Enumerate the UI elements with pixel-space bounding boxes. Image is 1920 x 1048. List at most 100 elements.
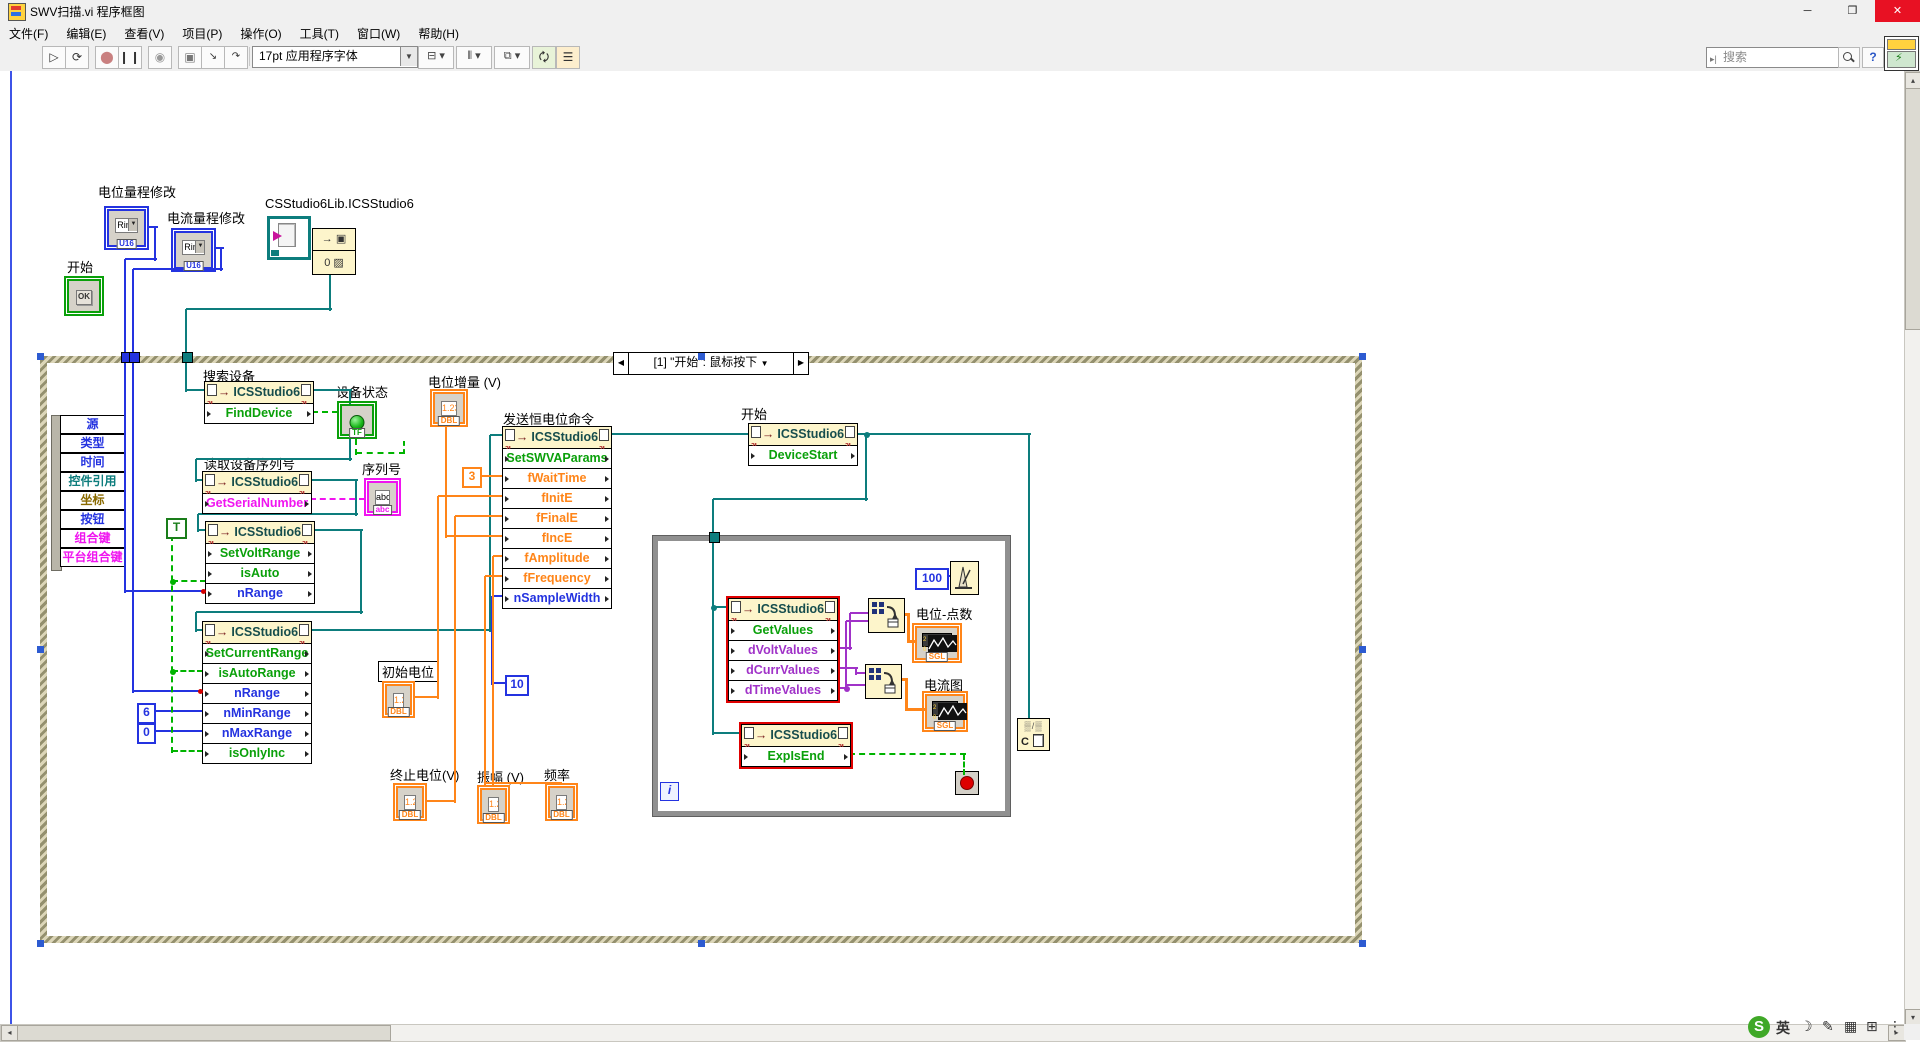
menu-item-0[interactable]: 文件(F) xyxy=(0,22,57,43)
ring-value[interactable]: Ring▼ xyxy=(115,218,138,233)
event-data-item[interactable]: 类型 xyxy=(60,434,125,453)
to-more-specific-class-node[interactable]: → ▣0 ▨ xyxy=(312,228,356,275)
event-data-item[interactable]: 控件引用 xyxy=(60,472,125,491)
wire[interactable] xyxy=(492,556,494,787)
event-data-item[interactable]: 坐标 xyxy=(60,491,125,510)
menu-item-2[interactable]: 查看(V) xyxy=(115,22,173,43)
param-fIncE[interactable]: fIncE xyxy=(503,529,611,549)
ime-icon-1[interactable]: ✎ xyxy=(1822,1018,1834,1035)
run-icon[interactable]: ▷ xyxy=(42,46,66,69)
convert-to-dynamic-data-icon[interactable] xyxy=(865,664,902,699)
invoke-node-SetCurrentRange[interactable]: →ICSStudio6SetCurrentRangeisAutoRangenRa… xyxy=(202,621,312,764)
wire[interactable] xyxy=(154,227,156,261)
terminal-dbl_amp[interactable]: 1.23DBL xyxy=(477,785,510,824)
wire[interactable] xyxy=(414,696,439,698)
search-icon[interactable] xyxy=(1838,47,1860,68)
wire[interactable] xyxy=(849,613,851,650)
label-classconst[interactable]: CSStudio6Lib.ICSStudio6 xyxy=(265,196,414,211)
terminal-ring2[interactable]: Ring▼U16 xyxy=(171,228,216,272)
terminal-okbtn[interactable]: OK xyxy=(64,276,104,316)
terminal-value[interactable]: 1.23 xyxy=(488,797,499,812)
vi-icon[interactable] xyxy=(1884,36,1919,71)
run-continuous-icon[interactable]: ⟳ xyxy=(65,46,89,69)
wire[interactable] xyxy=(1028,434,1030,719)
ime-icon-0[interactable]: ☽ xyxy=(1800,1018,1813,1035)
selection-handle[interactable] xyxy=(698,353,705,360)
wire[interactable] xyxy=(196,458,352,460)
method-name[interactable]: SetSWVAParams xyxy=(503,449,611,469)
menu-item-5[interactable]: 工具(T) xyxy=(291,22,348,43)
invoke-node-FindDevice[interactable]: →ICSStudio6FindDevice xyxy=(204,381,314,424)
method-name[interactable]: FindDevice xyxy=(205,404,313,423)
menu-item-4[interactable]: 操作(O) xyxy=(231,22,290,43)
wire[interactable] xyxy=(186,389,204,391)
wire[interactable] xyxy=(356,452,405,454)
wire[interactable] xyxy=(713,498,868,500)
param-fWaitTime[interactable]: fWaitTime xyxy=(503,469,611,489)
wire[interactable] xyxy=(152,710,203,712)
wire[interactable] xyxy=(846,684,867,686)
label-str_serial[interactable]: 序列号 xyxy=(362,459,401,478)
label-ring2[interactable]: 电流量程修改 xyxy=(167,208,245,227)
step-over-icon[interactable]: ↷ xyxy=(224,46,248,69)
wire[interactable] xyxy=(437,496,439,699)
horizontal-scroll-thumb[interactable] xyxy=(17,1025,391,1041)
horizontal-scrollbar[interactable]: ◂ ▸ xyxy=(0,1024,1906,1042)
method-name[interactable]: DeviceStart xyxy=(749,446,857,465)
wire[interactable] xyxy=(865,434,867,501)
close-button[interactable]: ✕ xyxy=(1875,0,1920,22)
ime-icon-4[interactable]: ⋮ xyxy=(1888,1018,1902,1035)
wire[interactable] xyxy=(713,732,742,734)
event-data-item[interactable]: 时间 xyxy=(60,453,125,472)
label-dbl_init[interactable]: 初始电位 xyxy=(378,661,438,682)
invoke-node-GetValues[interactable]: →ICSStudio6GetValuesdVoltValuesdCurrValu… xyxy=(728,598,838,701)
label-led[interactable]: 设备状态 xyxy=(336,382,388,401)
param-nMinRange[interactable]: nMinRange xyxy=(203,704,311,724)
ime-icon-2[interactable]: ▦ xyxy=(1844,1018,1857,1035)
align-objects-dropdown[interactable]: ⊟ ▾ xyxy=(418,46,454,69)
maximize-button[interactable]: ❐ xyxy=(1830,0,1875,22)
selection-handle[interactable] xyxy=(1359,940,1366,947)
selection-handle[interactable] xyxy=(1359,646,1366,653)
terminal-value[interactable]: 1.23 xyxy=(393,693,404,708)
terminal-value[interactable]: abc xyxy=(375,490,390,505)
chevron-down-icon[interactable]: ▼ xyxy=(761,359,769,368)
param-nRange[interactable]: nRange xyxy=(206,584,314,603)
invoke-node-ExpIsEnd[interactable]: →ICSStudio6ExpIsEnd xyxy=(741,724,851,767)
retain-wire-values-icon[interactable]: ▣ xyxy=(178,46,202,69)
param-dVoltValues[interactable]: dVoltValues xyxy=(729,641,837,661)
wire[interactable] xyxy=(185,309,187,392)
param-nMaxRange[interactable]: nMaxRange xyxy=(203,724,311,744)
wire[interactable] xyxy=(454,516,456,803)
invoke-node-DeviceStart[interactable]: →ICSStudio6DeviceStart xyxy=(748,423,858,466)
wire[interactable] xyxy=(712,607,714,735)
menu-item-7[interactable]: 帮助(H) xyxy=(409,22,468,43)
wire[interactable] xyxy=(310,479,358,481)
wire[interactable] xyxy=(152,730,203,732)
wire[interactable] xyxy=(310,629,492,631)
terminal-dbl_inc[interactable]: 1.23DBL xyxy=(430,389,468,427)
invoke-node-GetSerialNumber[interactable]: →ICSStudio6GetSerialNumber xyxy=(202,471,312,514)
param-fFinalE[interactable]: fFinalE xyxy=(503,509,611,529)
method-name[interactable]: SetVoltRange xyxy=(206,544,314,564)
param-dCurrValues[interactable]: dCurrValues xyxy=(729,661,837,681)
class-constant[interactable] xyxy=(267,216,311,260)
loop-iteration-terminal[interactable]: i xyxy=(660,782,679,801)
wire[interactable] xyxy=(963,754,965,775)
event-data-item[interactable]: 按钮 xyxy=(60,510,125,529)
abort-icon[interactable]: ⬤ xyxy=(95,46,119,69)
wire[interactable] xyxy=(312,411,338,413)
wire[interactable] xyxy=(125,258,157,260)
terminal-dbl_freq[interactable]: 1.23DBL xyxy=(545,783,578,821)
event-prev-icon[interactable]: ◀ xyxy=(613,352,629,375)
label-devstart[interactable]: 开始 xyxy=(741,404,767,423)
event-next-icon[interactable]: ▶ xyxy=(793,352,809,375)
method-name[interactable]: GetSerialNumber xyxy=(203,494,311,513)
vertical-scroll-thumb[interactable] xyxy=(1905,88,1920,330)
wire[interactable] xyxy=(856,433,1031,435)
context-help-icon[interactable]: ☰ xyxy=(556,46,580,69)
pause-icon[interactable]: ❙❙ xyxy=(118,46,142,69)
step-into-icon[interactable]: ↘ xyxy=(201,46,225,69)
label-graph1[interactable]: 电位-点数 xyxy=(916,604,972,623)
terminal-value[interactable]: 1.23 xyxy=(556,795,567,810)
